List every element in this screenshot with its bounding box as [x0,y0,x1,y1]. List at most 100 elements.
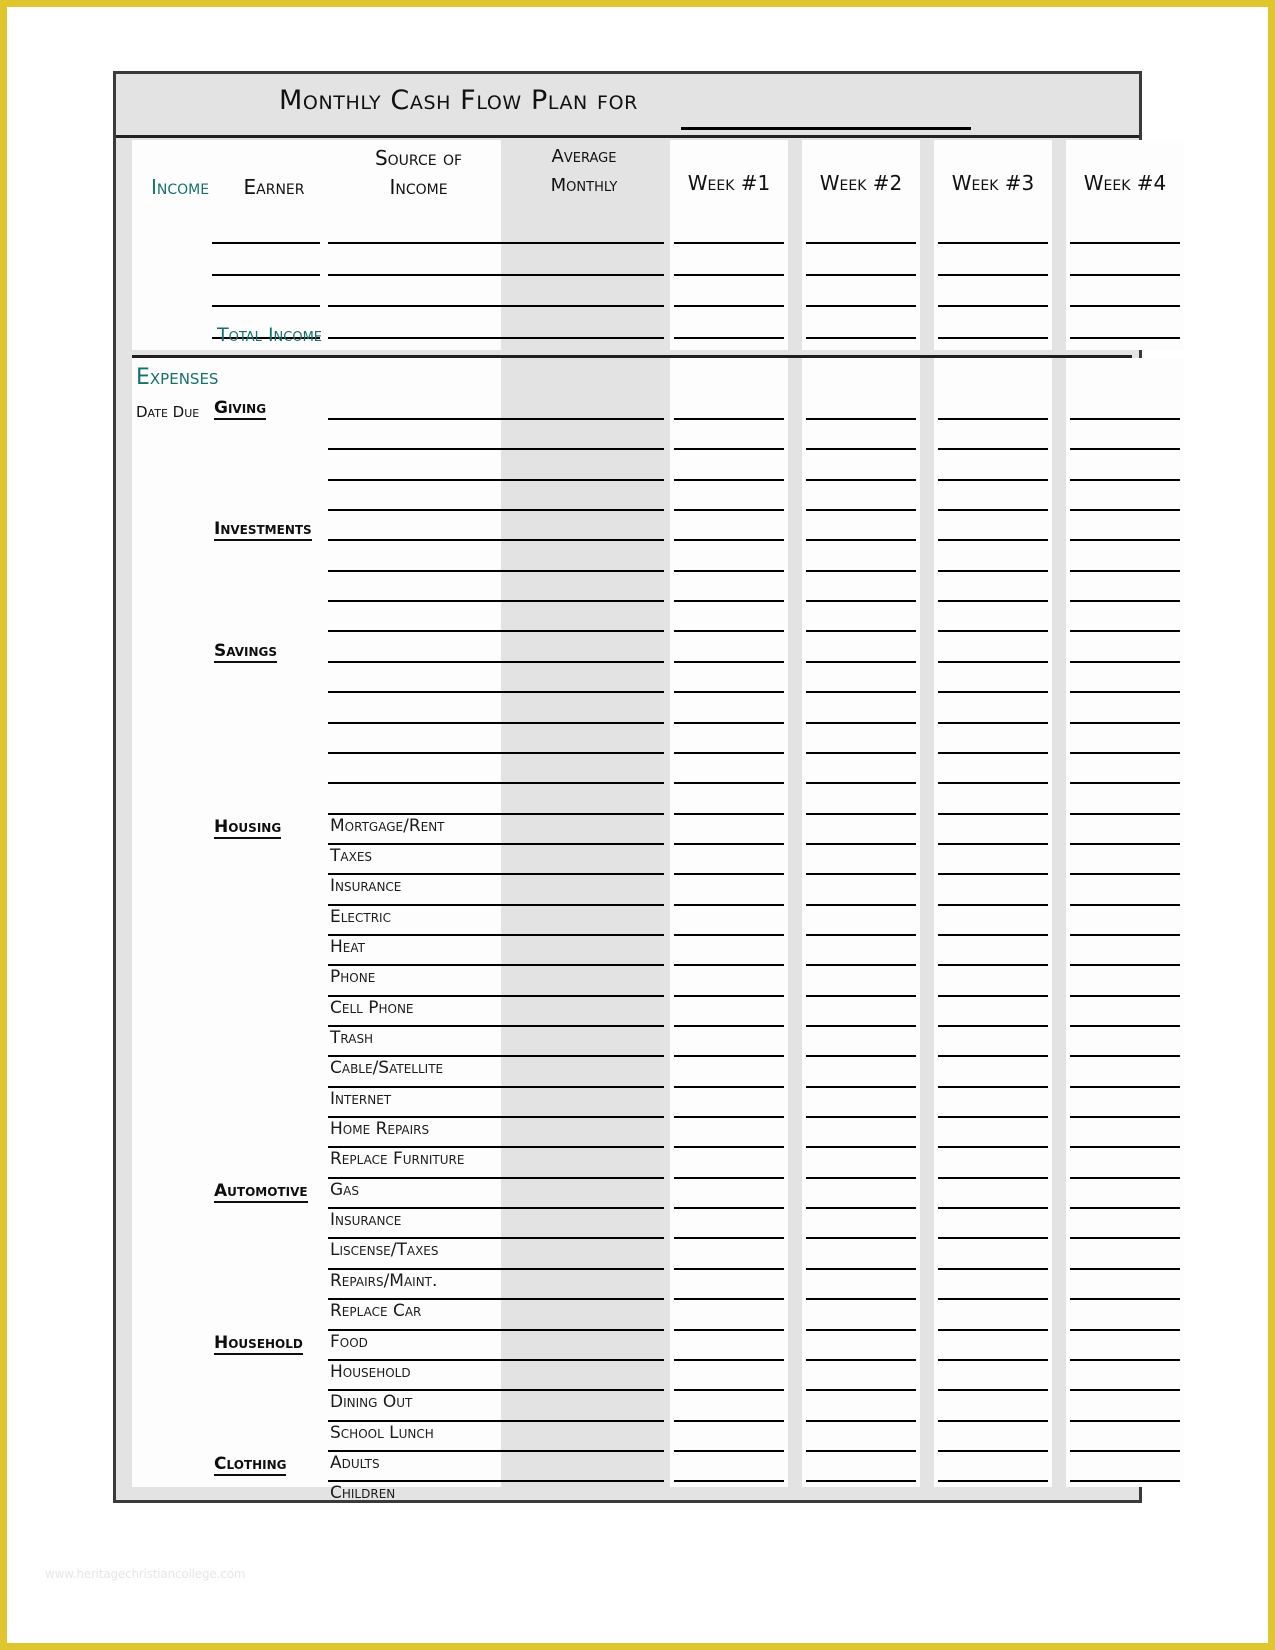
expense-row-line-description[interactable] [328,660,511,663]
income-row-line-week1[interactable] [674,305,784,308]
expense-row-line-week1[interactable] [674,1267,784,1270]
expense-row-line-description[interactable] [328,1176,511,1179]
expense-row-line-description[interactable] [328,873,511,876]
expense-row-line-week1[interactable] [674,1116,784,1119]
expense-row-line-week2[interactable] [806,1449,916,1452]
expense-row-line-week1[interactable] [674,691,784,694]
expense-row-line-week4[interactable] [1070,418,1180,420]
expense-row-line-average[interactable] [504,1116,664,1119]
expense-row-line-week3[interactable] [938,1298,1048,1301]
expense-row-line-description[interactable] [328,994,511,997]
income-row-line-week1[interactable] [674,336,784,339]
expense-row-line-week1[interactable] [674,1449,784,1452]
expense-row-line-average[interactable] [504,842,664,845]
expense-row-line-week3[interactable] [938,812,1048,815]
expense-row-line-description[interactable] [328,1449,511,1452]
income-row-line-week2[interactable] [806,305,916,308]
income-row-line-week4[interactable] [1070,242,1180,244]
expense-row-line-week4[interactable] [1070,539,1180,542]
expense-row-line-week3[interactable] [938,448,1048,451]
expense-row-line-week1[interactable] [674,1176,784,1179]
expense-row-line-week3[interactable] [938,1116,1048,1119]
expense-row-line-average[interactable] [504,964,664,967]
expense-row-line-week2[interactable] [806,1085,916,1088]
expense-row-line-description[interactable] [328,1085,511,1088]
expense-row-line-week4[interactable] [1070,600,1180,603]
expense-row-line-average[interactable] [504,782,664,785]
expense-row-line-week2[interactable] [806,842,916,845]
expense-row-line-week3[interactable] [938,1267,1048,1270]
expense-row-line-description[interactable] [328,1207,511,1210]
expense-row-line-average[interactable] [504,1237,664,1240]
expense-row-line-week4[interactable] [1070,1419,1180,1422]
expense-row-line-description[interactable] [328,1055,511,1058]
expense-row-line-average[interactable] [504,1358,664,1361]
expense-row-line-week3[interactable] [938,1389,1048,1392]
expense-row-line-average[interactable] [504,691,664,694]
expense-row-line-week2[interactable] [806,721,916,724]
expense-row-line-week2[interactable] [806,691,916,694]
expense-row-line-week1[interactable] [674,903,784,906]
expense-row-line-week1[interactable] [674,964,784,967]
expense-row-line-week1[interactable] [674,569,784,572]
expense-row-line-week1[interactable] [674,539,784,542]
expense-row-line-week2[interactable] [806,448,916,451]
expense-row-line-week1[interactable] [674,448,784,451]
expense-row-line-week1[interactable] [674,1085,784,1088]
expense-row-line-description[interactable] [328,1298,511,1301]
expense-row-line-week4[interactable] [1070,994,1180,997]
expense-row-line-week2[interactable] [806,751,916,754]
expense-row-line-week4[interactable] [1070,1237,1180,1240]
expense-row-line-average[interactable] [504,600,664,603]
expense-row-line-week4[interactable] [1070,1207,1180,1210]
expense-row-line-week3[interactable] [938,1328,1048,1331]
expense-row-line-description[interactable] [328,600,511,603]
expense-row-line-description[interactable] [328,1419,511,1422]
expense-row-line-average[interactable] [504,1025,664,1027]
expense-row-line-description[interactable] [328,1237,511,1240]
expense-row-line-week4[interactable] [1070,812,1180,815]
expense-row-line-average[interactable] [504,812,664,815]
expense-row-line-week2[interactable] [806,1480,916,1483]
expense-row-line-week2[interactable] [806,630,916,633]
expense-row-line-week3[interactable] [938,600,1048,603]
expense-row-line-average[interactable] [504,630,664,633]
expense-row-line-week4[interactable] [1070,964,1180,967]
expense-row-line-week3[interactable] [938,660,1048,663]
expense-row-line-description[interactable] [328,509,511,512]
expense-row-line-week1[interactable] [674,600,784,603]
expense-row-line-week3[interactable] [938,1419,1048,1422]
expense-row-line-week4[interactable] [1070,1267,1180,1270]
expense-row-line-week3[interactable] [938,1207,1048,1210]
expense-row-line-week4[interactable] [1070,1480,1180,1483]
expense-row-line-week2[interactable] [806,903,916,906]
expense-row-line-week3[interactable] [938,509,1048,512]
expense-row-line-week1[interactable] [674,751,784,754]
income-row-line-week3[interactable] [938,336,1048,339]
expense-row-line-week1[interactable] [674,1419,784,1422]
income-row-line-earner[interactable] [212,273,320,276]
expense-row-line-week2[interactable] [806,660,916,663]
income-row-line-week4[interactable] [1070,273,1180,276]
expense-row-line-week1[interactable] [674,630,784,633]
expense-row-line-description[interactable] [328,903,511,906]
income-row-line-average[interactable] [504,242,664,244]
expense-row-line-average[interactable] [504,721,664,724]
expense-row-line-average[interactable] [504,1055,664,1058]
expense-row-line-week2[interactable] [806,812,916,815]
expense-row-line-week4[interactable] [1070,1146,1180,1149]
income-row-line-week3[interactable] [938,273,1048,276]
expense-row-line-week2[interactable] [806,1055,916,1058]
expense-row-line-week3[interactable] [938,751,1048,754]
expense-row-line-description[interactable] [328,1480,511,1483]
expense-row-line-week4[interactable] [1070,1116,1180,1119]
expense-row-line-week3[interactable] [938,873,1048,876]
expense-row-line-week2[interactable] [806,873,916,876]
expense-row-line-week1[interactable] [674,478,784,481]
expense-row-line-week4[interactable] [1070,782,1180,785]
expense-row-line-week3[interactable] [938,782,1048,785]
expense-row-line-average[interactable] [504,1449,664,1452]
income-row-line-week2[interactable] [806,336,916,339]
expense-row-line-description[interactable] [328,1025,511,1027]
expense-row-line-week3[interactable] [938,418,1048,420]
